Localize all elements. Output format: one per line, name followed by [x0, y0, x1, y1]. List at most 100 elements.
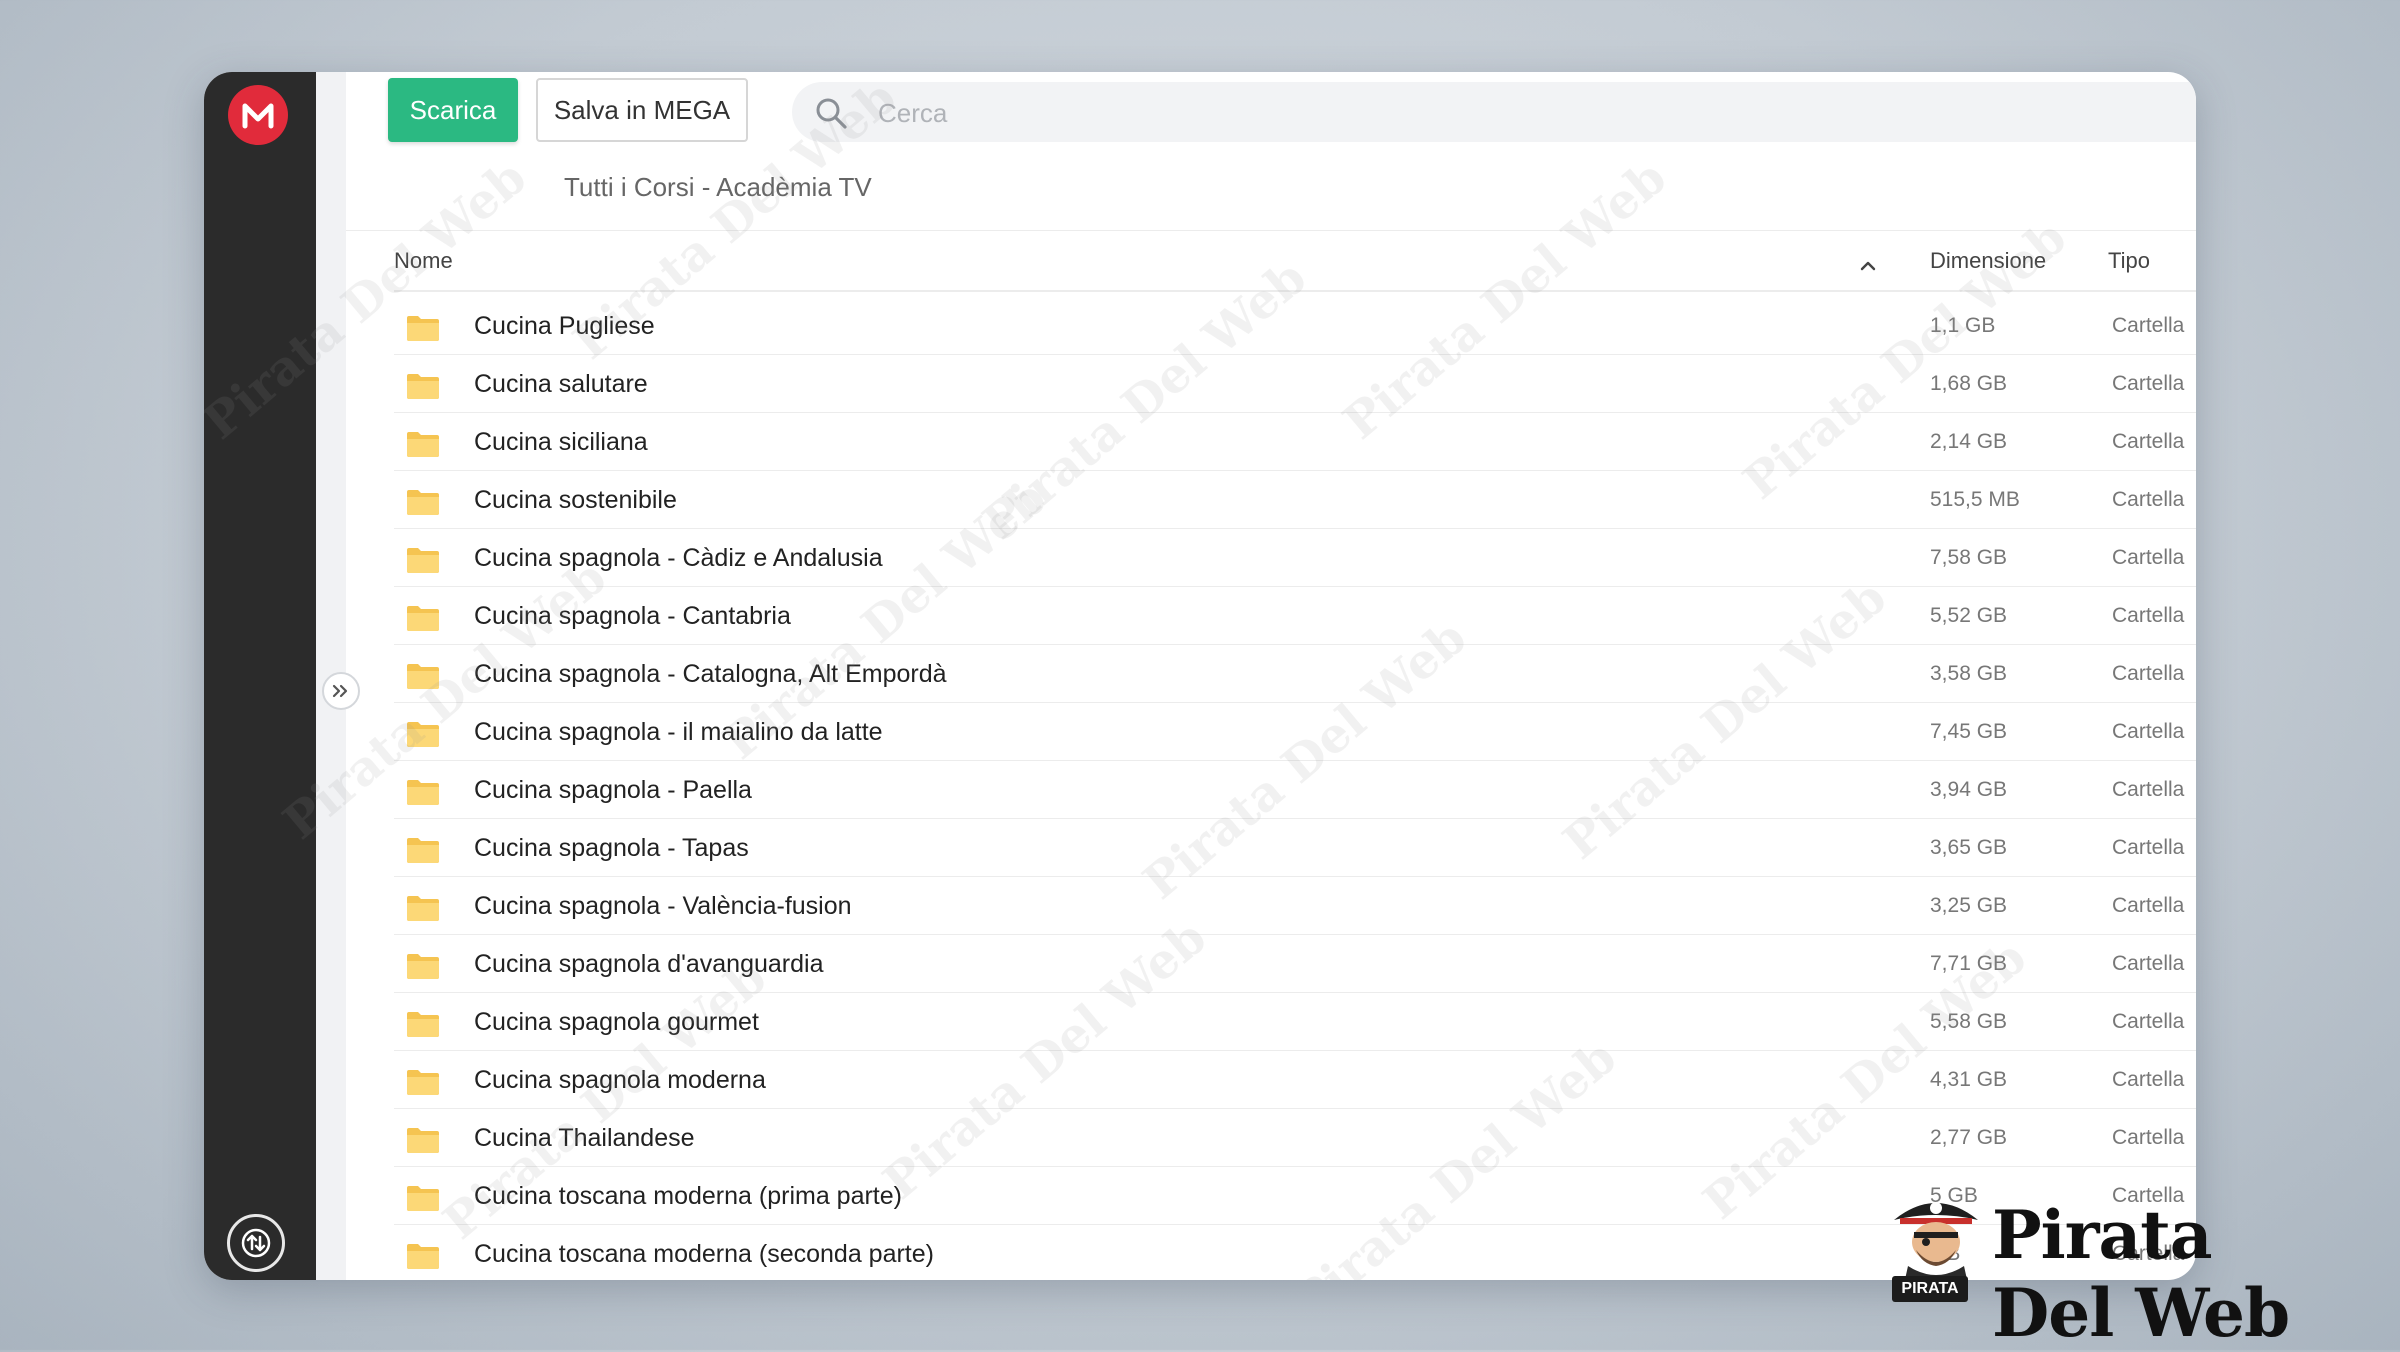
- pirate-badge: PIRATA: [1892, 1276, 1968, 1302]
- row-type: Cartella: [2112, 720, 2185, 743]
- brand-watermark: PIRATA Pirata Del Web: [1880, 1184, 2340, 1352]
- folder-icon: [406, 1242, 440, 1275]
- row-name: Cucina Thailandese: [474, 1124, 695, 1152]
- transfer-manager-icon[interactable]: [227, 1214, 285, 1272]
- mega-window: Scarica Salva in MEGA Tutti i Corsi - Ac…: [204, 72, 2196, 1280]
- row-name: Cucina spagnola d'avanguardia: [474, 950, 824, 978]
- table-row[interactable]: Cucina Pugliese 1,1 GB Cartella: [394, 298, 2196, 355]
- row-name: Cucina sostenibile: [474, 486, 677, 514]
- folder-icon: [406, 778, 440, 811]
- row-name: Cucina spagnola gourmet: [474, 1008, 759, 1036]
- row-name: Cucina spagnola - Càdiz e Andalusia: [474, 544, 883, 572]
- row-size: 2,14 GB: [1930, 430, 2008, 453]
- breadcrumb[interactable]: Tutti i Corsi - Acadèmia TV: [564, 172, 872, 203]
- row-size: 5,58 GB: [1930, 1010, 2008, 1033]
- row-type: Cartella: [2112, 836, 2185, 859]
- row-size: 3,94 GB: [1930, 778, 2008, 801]
- row-type: Cartella: [2112, 662, 2185, 685]
- row-size: 4,31 GB: [1930, 1068, 2008, 1091]
- search-input[interactable]: [876, 90, 2080, 136]
- row-size: 7,45 GB: [1930, 720, 2008, 743]
- row-name: Cucina siciliana: [474, 428, 648, 456]
- table-row[interactable]: Cucina sostenibile 515,5 MB Cartella: [394, 472, 2196, 529]
- row-type: Cartella: [2112, 1010, 2185, 1033]
- row-name: Cucina spagnola - Paella: [474, 776, 752, 804]
- folder-icon: [406, 720, 440, 753]
- table-row[interactable]: Cucina spagnola gourmet 5,58 GB Cartella: [394, 994, 2196, 1051]
- table-row[interactable]: Cucina spagnola d'avanguardia 7,71 GB Cart…: [394, 936, 2196, 993]
- divider: [346, 230, 2196, 231]
- table-row[interactable]: Cucina spagnola - València-fusion 3,25 GB…: [394, 878, 2196, 935]
- row-size: 7,71 GB: [1930, 952, 2008, 975]
- folder-icon: [406, 1068, 440, 1101]
- pirate-mascot-icon: [1894, 1202, 1978, 1284]
- row-type: Cartella: [2112, 372, 2185, 395]
- row-name: Cucina salutare: [474, 370, 648, 398]
- folder-icon: [406, 1184, 440, 1217]
- search-bar[interactable]: [792, 82, 2196, 142]
- folder-icon: [406, 1010, 440, 1043]
- row-type: Cartella: [2112, 1068, 2185, 1091]
- folder-icon: [406, 662, 440, 695]
- table-row[interactable]: Cucina siciliana 2,14 GB Cartella: [394, 414, 2196, 471]
- column-header-type[interactable]: Tipo: [2108, 248, 2150, 274]
- column-header-size[interactable]: Dimensione: [1930, 248, 2046, 274]
- row-type: Cartella: [2112, 314, 2185, 337]
- brand-name: Pirata Del Web: [1992, 1196, 2290, 1352]
- table-row[interactable]: Cucina spagnola - Catalogna, Alt Empordà…: [394, 646, 2196, 703]
- divider: [394, 290, 2196, 292]
- save-to-mega-button[interactable]: Salva in MEGA: [536, 78, 748, 142]
- row-name: Cucina spagnola - il maialino da latte: [474, 718, 883, 746]
- row-name: Cucina toscana moderna (seconda parte): [474, 1240, 934, 1268]
- row-name: Cucina Pugliese: [474, 312, 655, 340]
- expand-panel-icon[interactable]: [322, 672, 360, 710]
- row-type: Cartella: [2112, 894, 2185, 917]
- download-button[interactable]: Scarica: [388, 78, 518, 142]
- folder-icon: [406, 314, 440, 347]
- row-name: Cucina spagnola - Catalogna, Alt Empordà: [474, 660, 947, 688]
- column-header-name[interactable]: Nome: [394, 248, 453, 274]
- table-row[interactable]: Cucina Thailandese 2,77 GB Cartella: [394, 1110, 2196, 1167]
- row-type: Cartella: [2112, 546, 2185, 569]
- table-row[interactable]: Cucina spagnola - Càdiz e Andalusia 7,58 …: [394, 530, 2196, 587]
- table-row[interactable]: Cucina spagnola - Tapas 3,65 GB Cartella: [394, 820, 2196, 877]
- folder-icon: [406, 894, 440, 927]
- row-size: 3,65 GB: [1930, 836, 2008, 859]
- folder-icon: [406, 546, 440, 579]
- folder-icon: [406, 488, 440, 521]
- row-size: 515,5 MB: [1930, 488, 2020, 511]
- table-row[interactable]: Cucina spagnola moderna 4,31 GB Cartella: [394, 1052, 2196, 1109]
- row-size: 2,77 GB: [1930, 1126, 2008, 1149]
- table-row[interactable]: Cucina spagnola - Cantabria 5,52 GB Cartel…: [394, 588, 2196, 645]
- folder-icon: [406, 372, 440, 405]
- row-name: Cucina spagnola - Tapas: [474, 834, 749, 862]
- search-icon: [814, 96, 848, 135]
- row-type: Cartella: [2112, 778, 2185, 801]
- row-type: Cartella: [2112, 952, 2185, 975]
- mega-logo-icon[interactable]: [228, 85, 288, 145]
- row-name: Cucina toscana moderna (prima parte): [474, 1182, 902, 1210]
- row-type: Cartella: [2112, 604, 2185, 627]
- row-name: Cucina spagnola - València-fusion: [474, 892, 852, 920]
- row-name: Cucina spagnola - Cantabria: [474, 602, 791, 630]
- row-size: 3,58 GB: [1930, 662, 2008, 685]
- table-row[interactable]: Cucina salutare 1,68 GB Cartella: [394, 356, 2196, 413]
- table-header: Nome Dimensione Tipo: [394, 238, 2184, 288]
- row-size: 1,68 GB: [1930, 372, 2008, 395]
- row-type: Cartella: [2112, 1126, 2185, 1149]
- table-row[interactable]: Cucina spagnola - Paella 3,94 GB Cartella: [394, 762, 2196, 819]
- row-size: 7,58 GB: [1930, 546, 2008, 569]
- folder-icon: [406, 836, 440, 869]
- file-list: Cucina Pugliese 1,1 GB Cartella Cucina salu…: [394, 298, 2196, 1280]
- row-size: 5,52 GB: [1930, 604, 2008, 627]
- row-size: 1,1 GB: [1930, 314, 1996, 337]
- row-size: 3,25 GB: [1930, 894, 2008, 917]
- folder-icon: [406, 1126, 440, 1159]
- folder-icon: [406, 604, 440, 637]
- table-row[interactable]: Cucina spagnola - il maialino da latte 7,…: [394, 704, 2196, 761]
- row-name: Cucina spagnola moderna: [474, 1066, 766, 1094]
- folder-icon: [406, 952, 440, 985]
- sort-ascending-icon[interactable]: [1859, 252, 1877, 278]
- folder-icon: [406, 430, 440, 463]
- left-sidebar: [204, 72, 316, 1280]
